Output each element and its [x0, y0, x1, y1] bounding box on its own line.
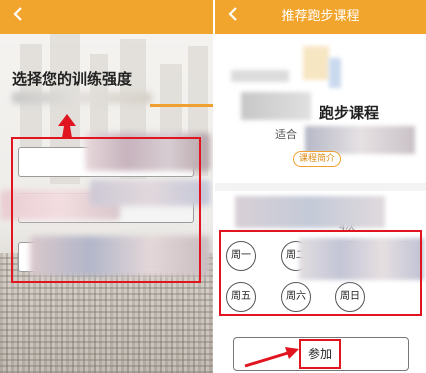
right-screen: 推荐跑步课程 跑步课程 适合 课程简介 4次 周一 周二 周三 周四 周五 周六… — [215, 0, 426, 373]
mosaic-blur — [305, 126, 415, 154]
course-thumbnail — [329, 58, 341, 88]
page-title: 选择您的训练强度 — [12, 70, 133, 88]
course-title: 跑步课程 — [319, 104, 380, 122]
mosaic-blur — [231, 70, 289, 82]
accent-line — [150, 104, 213, 107]
course-intro-tag[interactable]: 课程简介 — [293, 151, 341, 167]
course-thumbnail — [303, 46, 329, 80]
mosaic-blur — [235, 196, 385, 228]
red-arrow-icon — [58, 114, 76, 138]
left-screen: 选择您的训练强度 简单 — [0, 0, 213, 373]
chevron-left-icon — [13, 7, 22, 21]
join-button[interactable]: 参加 — [299, 339, 341, 369]
subtitle-blur — [12, 92, 152, 104]
mosaic-blur — [241, 92, 311, 120]
back-button[interactable] — [8, 5, 28, 29]
section-separator — [215, 183, 426, 191]
nav-title: 推荐跑步课程 — [281, 9, 360, 24]
highlight-box — [11, 137, 201, 283]
red-arrow-icon — [244, 347, 299, 368]
top-bar — [0, 0, 213, 34]
course-subtitle: 适合 — [275, 128, 297, 141]
highlight-box — [219, 230, 422, 316]
top-bar: 推荐跑步课程 — [215, 0, 426, 34]
